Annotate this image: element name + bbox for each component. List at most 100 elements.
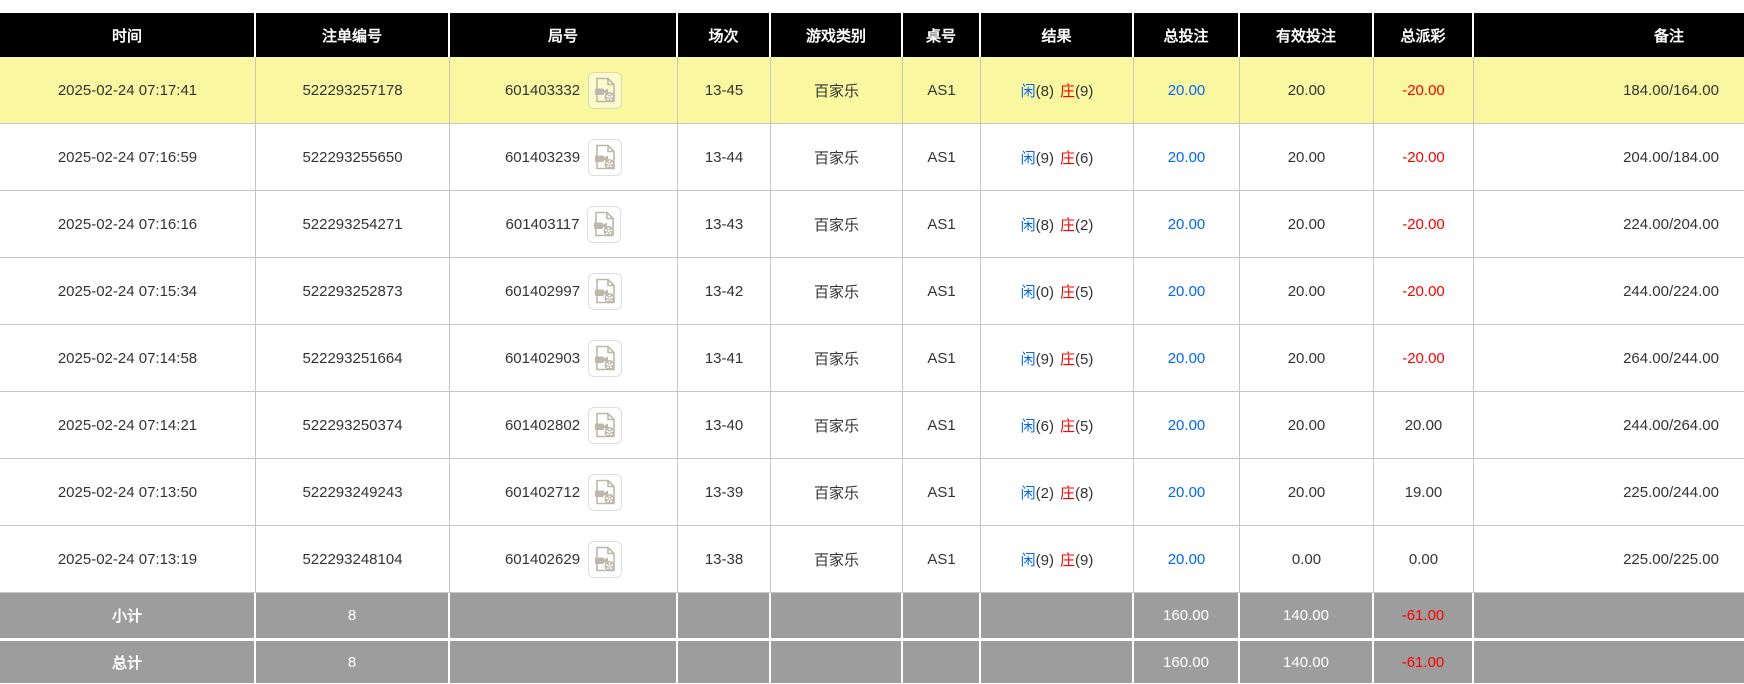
column-header-round-id: 局号	[450, 13, 678, 57]
round-id: 601403117	[506, 216, 580, 233]
session-cell: 13-44	[678, 124, 771, 191]
banker-result-label: 庄	[1060, 284, 1075, 301]
bet-id-cell: 522293255650	[256, 124, 450, 191]
summary-empty-cell	[678, 593, 771, 638]
table-row: 2025-02-24 07:16:16522293254271 601403117…	[0, 191, 1744, 258]
result-cell: 闲(0)庄(5)	[981, 258, 1134, 325]
table-row: 2025-02-24 07:17:41522293257178 601403332…	[0, 57, 1744, 124]
game-type-cell: 百家乐	[771, 258, 903, 325]
banker-result-label: 庄	[1060, 83, 1075, 100]
total-bet-cell: 20.00	[1134, 325, 1240, 392]
video-replay-button[interactable]	[588, 474, 622, 511]
round-cell: 601402802	[450, 392, 678, 459]
summary-empty-cell	[903, 638, 981, 683]
banker-result-label: 庄	[1060, 485, 1075, 502]
bet-id-cell: 522293254271	[256, 191, 450, 258]
valid-bet-cell: 20.00	[1240, 258, 1374, 325]
player-result-score: (8)	[1036, 83, 1054, 100]
banker-result-label: 庄	[1060, 150, 1075, 167]
player-result-score: (6)	[1036, 418, 1054, 435]
table-no-cell: AS1	[903, 191, 981, 258]
player-result-score: (9)	[1036, 351, 1054, 368]
remark-cell: 184.00/164.00	[1474, 57, 1744, 124]
game-type-cell: 百家乐	[771, 57, 903, 124]
video-replay-button[interactable]	[588, 273, 622, 310]
banker-result-score: (9)	[1075, 552, 1093, 569]
column-header-total-bet: 总投注	[1134, 13, 1240, 57]
session-cell: 13-42	[678, 258, 771, 325]
bet-id-cell: 522293250374	[256, 392, 450, 459]
summary-empty-cell	[450, 593, 678, 638]
round-cell: 601402903	[450, 325, 678, 392]
valid-bet-cell: 20.00	[1240, 57, 1374, 124]
result-cell: 闲(9)庄(5)	[981, 325, 1134, 392]
round-id: 601402802	[505, 417, 580, 434]
time-cell: 2025-02-24 07:17:41	[0, 57, 256, 124]
result-cell: 闲(8)庄(9)	[981, 57, 1134, 124]
remark-cell: 225.00/244.00	[1474, 459, 1744, 526]
table-no-cell: AS1	[903, 526, 981, 593]
total-row: 总计8160.00140.00-61.00	[0, 638, 1744, 683]
round-cell: 601403117	[450, 191, 678, 258]
round-id: 601402712	[505, 484, 580, 501]
player-result-label: 闲	[1021, 150, 1036, 167]
table-no-cell: AS1	[903, 57, 981, 124]
time-cell: 2025-02-24 07:16:16	[0, 191, 256, 258]
table-row: 2025-02-24 07:14:21522293250374 601402802…	[0, 392, 1744, 459]
summary-label-cell: 小计	[0, 593, 256, 638]
bet-id-cell: 522293252873	[256, 258, 450, 325]
game-type-cell: 百家乐	[771, 124, 903, 191]
total-payout-cell: -20.00	[1374, 191, 1474, 258]
player-result-label: 闲	[1021, 418, 1036, 435]
table-row: 2025-02-24 07:16:59522293255650601403239…	[0, 124, 1744, 191]
summary-empty-cell	[771, 638, 903, 683]
total-bet-cell: 20.00	[1134, 124, 1240, 191]
remark-cell: 244.00/264.00	[1474, 392, 1744, 459]
video-replay-button[interactable]	[588, 407, 622, 444]
round-id: 601402629	[505, 551, 580, 568]
round-id: 601403332	[505, 82, 580, 99]
remark-cell: 225.00/225.00	[1474, 526, 1744, 593]
column-header-bet-id: 注单编号	[256, 13, 450, 57]
total-bet-cell: 20.00	[1134, 191, 1240, 258]
summary-count-cell: 8	[256, 593, 450, 638]
total-bet-cell: 20.00	[1134, 258, 1240, 325]
game-type-cell: 百家乐	[771, 392, 903, 459]
total-bet-cell: 20.00	[1134, 459, 1240, 526]
valid-bet-cell: 20.00	[1240, 325, 1374, 392]
video-replay-button[interactable]	[587, 206, 621, 243]
valid-bet-cell: 20.00	[1240, 392, 1374, 459]
summary-remark-cell	[1474, 638, 1744, 683]
round-cell: 601402712	[450, 459, 678, 526]
time-cell: 2025-02-24 07:14:21	[0, 392, 256, 459]
summary-total-payout-cell: -61.00	[1374, 593, 1474, 638]
summary-total-bet-cell: 160.00	[1134, 638, 1240, 683]
bet-id-cell: 522293257178	[256, 57, 450, 124]
column-header-time: 时间	[0, 13, 256, 57]
session-cell: 13-41	[678, 325, 771, 392]
remark-cell: 204.00/184.00	[1474, 124, 1744, 191]
player-result-label: 闲	[1021, 351, 1036, 368]
video-replay-button[interactable]	[588, 139, 622, 176]
session-cell: 13-43	[678, 191, 771, 258]
bet-id-cell: 522293248104	[256, 526, 450, 593]
video-replay-icon	[592, 277, 618, 305]
summary-total-bet-cell: 160.00	[1134, 593, 1240, 638]
video-replay-icon	[592, 545, 618, 573]
video-replay-button[interactable]	[588, 72, 622, 109]
table-row: 2025-02-24 07:14:58522293251664601402903…	[0, 325, 1744, 392]
summary-valid-bet-cell: 140.00	[1240, 593, 1374, 638]
summary-empty-cell	[771, 593, 903, 638]
summary-total-payout-cell: -61.00	[1374, 638, 1474, 683]
column-header-session: 场次	[678, 13, 771, 57]
banker-result-score: (2)	[1075, 217, 1093, 234]
result-cell: 闲(9)庄(9)	[981, 526, 1134, 593]
banker-result-score: (6)	[1075, 150, 1093, 167]
player-result-score: (2)	[1036, 485, 1054, 502]
table-body: 2025-02-24 07:17:41522293257178 601403332…	[0, 57, 1744, 683]
video-replay-button[interactable]	[588, 541, 622, 578]
round-cell: 601403239	[450, 124, 678, 191]
result-cell: 闲(9)庄(6)	[981, 124, 1134, 191]
table-no-cell: AS1	[903, 258, 981, 325]
video-replay-button[interactable]	[588, 340, 622, 377]
